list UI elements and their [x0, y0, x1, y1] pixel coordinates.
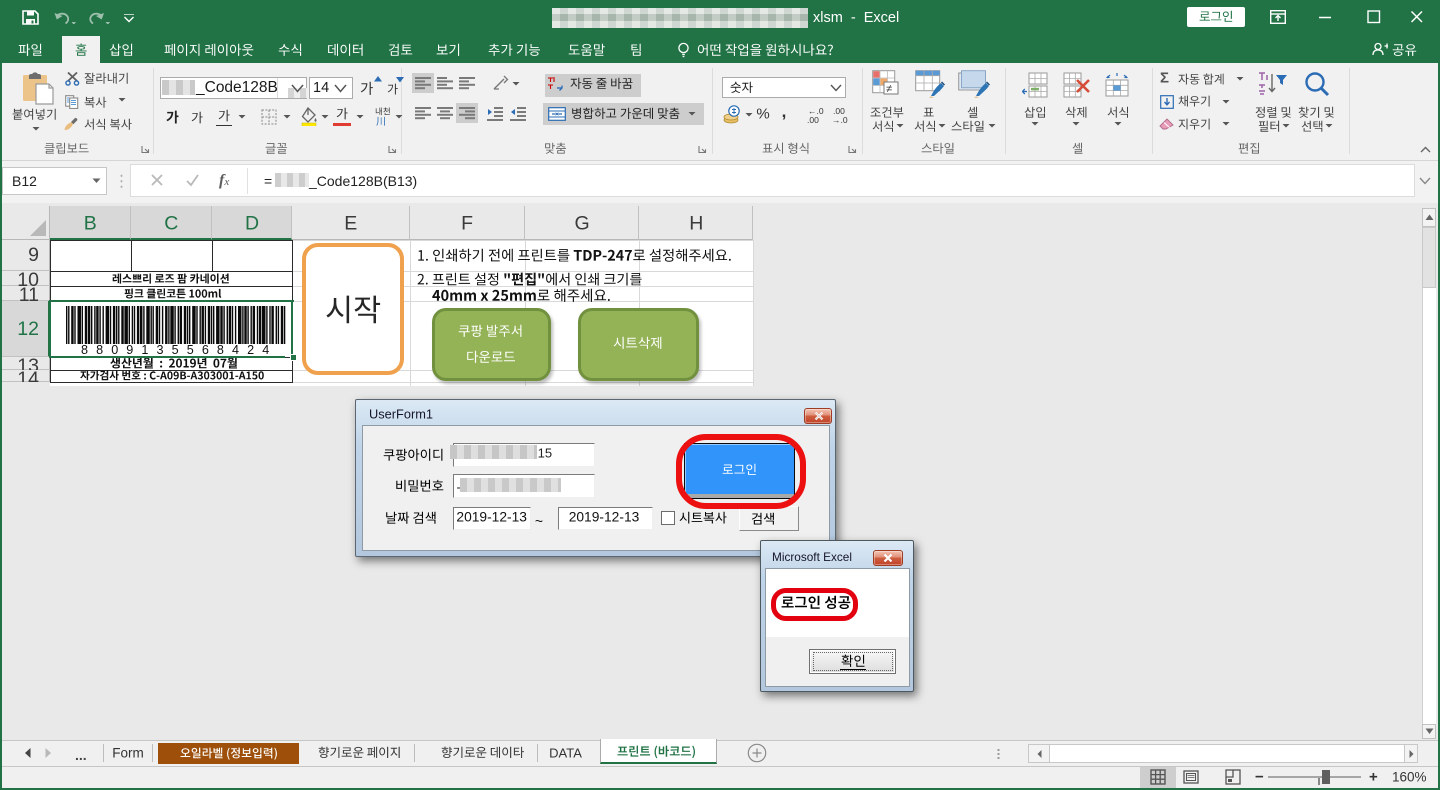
svg-text:→.0: →.0	[832, 115, 848, 124]
svg-text:.00: .00	[807, 115, 819, 124]
svg-text:≠: ≠	[886, 83, 892, 95]
